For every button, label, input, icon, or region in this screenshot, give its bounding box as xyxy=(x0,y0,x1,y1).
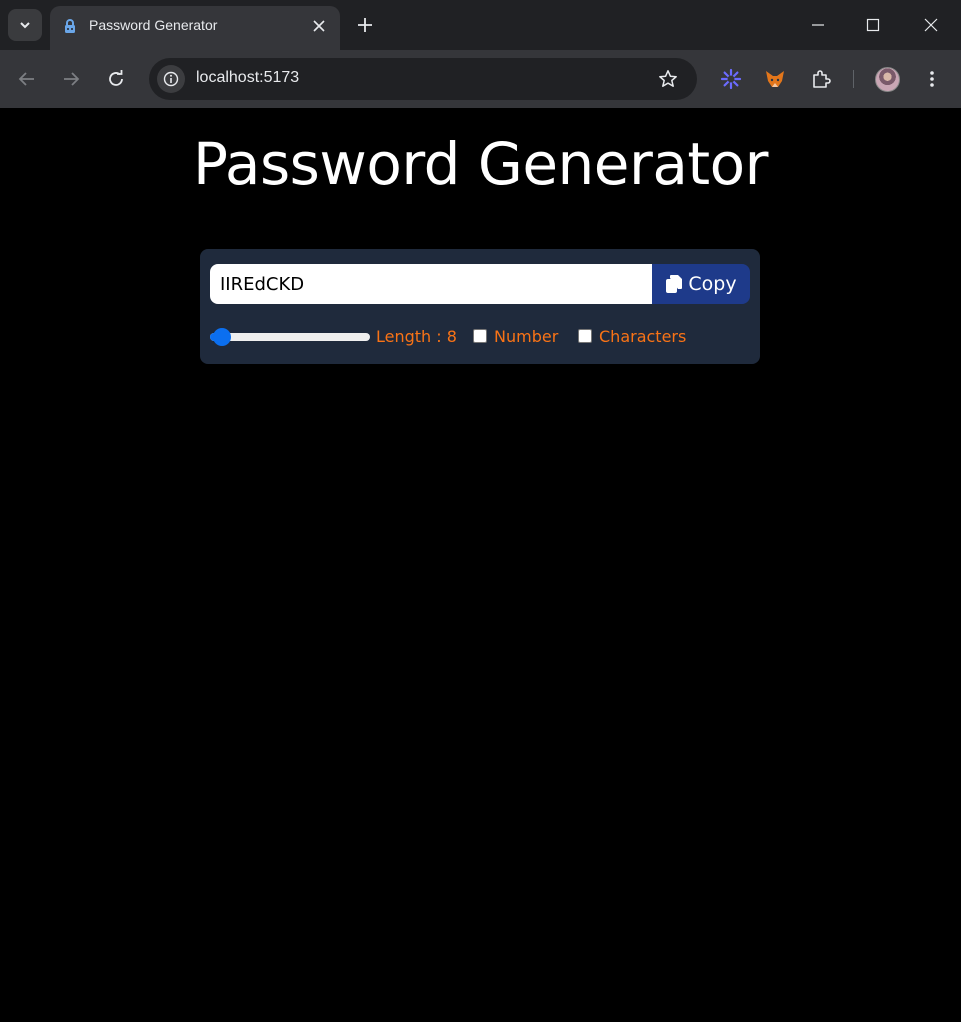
slider-thumb[interactable] xyxy=(213,328,232,346)
metamask-extension-button[interactable] xyxy=(762,66,788,92)
extensions-menu-button[interactable] xyxy=(808,66,834,92)
arrow-right-icon xyxy=(64,72,80,86)
length-slider[interactable] xyxy=(210,328,370,346)
sparkle-extension-icon xyxy=(720,68,742,90)
arrow-left-icon xyxy=(18,72,34,86)
plus-icon xyxy=(358,18,372,32)
password-field[interactable] xyxy=(210,264,653,304)
star-icon xyxy=(659,70,677,87)
tab-search-button[interactable] xyxy=(8,9,42,41)
close-icon xyxy=(924,18,938,32)
more-vert-icon xyxy=(930,71,934,87)
copy-button[interactable]: Copy xyxy=(652,264,750,304)
number-label[interactable]: Number xyxy=(494,327,558,346)
slider-track xyxy=(210,333,370,341)
address-bar[interactable]: localhost:5173 xyxy=(149,58,697,100)
length-label: Length : 8 xyxy=(376,327,457,346)
number-checkbox[interactable] xyxy=(473,329,487,343)
back-button[interactable] xyxy=(14,66,40,92)
puzzle-icon xyxy=(813,70,831,88)
maximize-icon xyxy=(866,18,880,32)
browser-toolbar: localhost:5173 xyxy=(0,50,961,108)
info-icon xyxy=(163,71,179,87)
characters-checkbox[interactable] xyxy=(578,329,592,343)
page-title: Password Generator xyxy=(193,130,768,198)
toolbar-divider xyxy=(853,70,854,88)
close-icon xyxy=(313,20,325,32)
new-tab-button[interactable] xyxy=(353,13,377,37)
maximize-button[interactable] xyxy=(858,10,888,40)
reload-button[interactable] xyxy=(103,66,129,92)
chevron-down-icon xyxy=(20,22,30,29)
browser-tab-active[interactable]: Password Generator xyxy=(50,6,340,50)
bookmark-button[interactable] xyxy=(657,68,679,90)
options-row: Length : 8 Number Characters xyxy=(210,325,750,349)
generator-card: Copy Length : 8 Number Characters xyxy=(200,249,760,364)
window-close-button[interactable] xyxy=(916,10,946,40)
url-text: localhost:5173 xyxy=(196,69,300,86)
browser-tab-bar: Password Generator xyxy=(0,0,961,50)
profile-avatar[interactable] xyxy=(875,67,900,92)
site-info-button[interactable] xyxy=(157,65,185,93)
page-content: Password Generator Copy Length : 8 Numbe… xyxy=(0,108,961,1022)
fox-icon xyxy=(766,71,784,87)
tab-title: Password Generator xyxy=(89,17,218,33)
reload-icon xyxy=(109,70,123,86)
characters-label[interactable]: Characters xyxy=(599,327,686,346)
minimize-icon xyxy=(812,24,824,26)
copy-icon xyxy=(666,275,683,293)
minimize-button[interactable] xyxy=(803,10,833,40)
browser-menu-button[interactable] xyxy=(920,66,944,92)
copy-button-label: Copy xyxy=(688,273,737,295)
extension-button-1[interactable] xyxy=(718,66,744,92)
tab-close-button[interactable] xyxy=(310,17,328,35)
lock-favicon-icon xyxy=(65,19,75,33)
forward-button[interactable] xyxy=(58,66,84,92)
